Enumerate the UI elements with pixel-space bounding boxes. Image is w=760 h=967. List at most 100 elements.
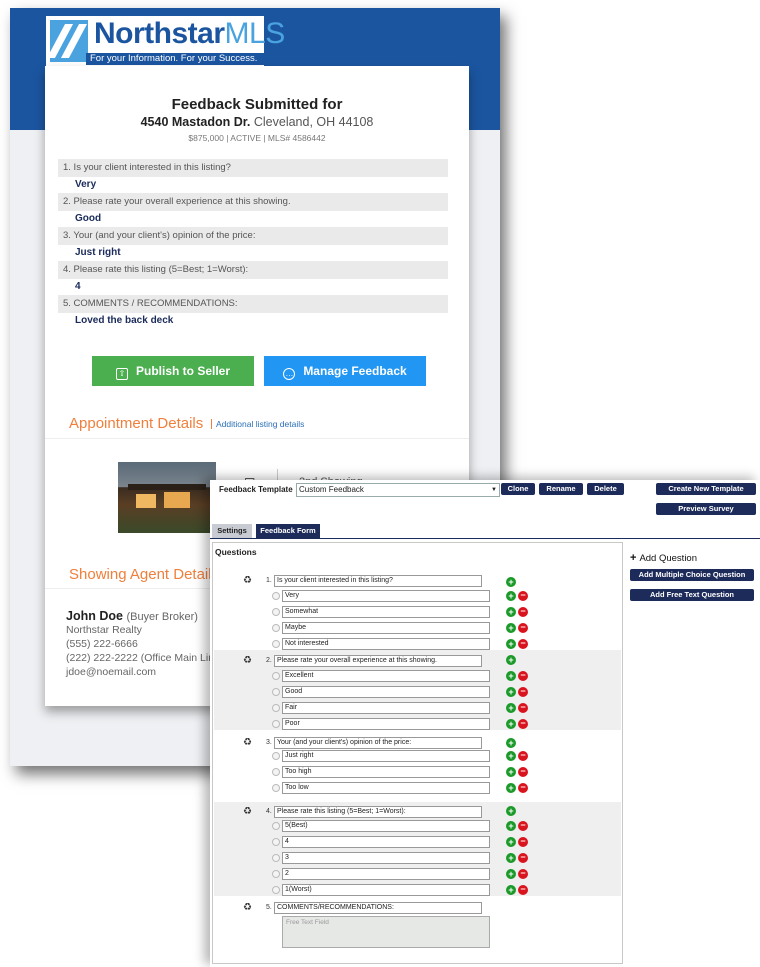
trash-icon[interactable]: ♻ — [243, 655, 253, 666]
option-input[interactable]: Maybe — [282, 622, 490, 634]
manage-feedback-button[interactable]: … Manage Feedback — [264, 356, 426, 386]
add-option-icon[interactable]: + — [506, 751, 516, 761]
remove-option-icon[interactable]: − — [518, 837, 528, 847]
free-text-field[interactable]: Free Text Field — [282, 916, 490, 948]
question-text-input[interactable]: Please rate your overall experience at t… — [274, 655, 482, 667]
rename-button[interactable]: Rename — [539, 483, 583, 495]
remove-option-icon[interactable]: − — [518, 623, 528, 633]
question-text-input[interactable]: Is your client interested in this listin… — [274, 575, 482, 587]
remove-option-icon[interactable]: − — [518, 607, 528, 617]
option-input[interactable]: Not interested — [282, 638, 490, 650]
remove-option-icon[interactable]: − — [518, 853, 528, 863]
radio-icon — [272, 870, 280, 878]
logo-mark-icon — [50, 20, 88, 62]
template-select[interactable]: Custom Feedback ▼ — [296, 483, 500, 497]
agent-office-phone: (222) 222-2222 (Office Main Line) — [66, 652, 224, 664]
create-new-template-button[interactable]: Create New Template — [656, 483, 756, 495]
option-input[interactable]: Excellent — [282, 670, 490, 682]
additional-listing-details-link[interactable]: Additional listing details — [211, 419, 304, 429]
option-input[interactable]: 5(Best) — [282, 820, 490, 832]
question-block: ♻ 5. COMMENTS/RECOMMENDATIONS: Free Text… — [214, 898, 621, 960]
qa-answer: Good — [75, 213, 102, 224]
listing-photo — [118, 462, 216, 533]
dropdown-arrow-icon: ▼ — [491, 487, 497, 493]
publish-to-seller-button[interactable]: ⇧ Publish to Seller — [92, 356, 254, 386]
remove-option-icon[interactable]: − — [518, 869, 528, 879]
question-text-input[interactable]: COMMENTS/RECOMMENDATIONS: — [274, 902, 482, 914]
trash-icon[interactable]: ♻ — [243, 902, 253, 913]
add-option-icon[interactable]: + — [506, 703, 516, 713]
option-input[interactable]: Too low — [282, 782, 490, 794]
add-option-icon[interactable]: + — [506, 687, 516, 697]
option-input[interactable]: Good — [282, 686, 490, 698]
add-option-icon[interactable]: + — [506, 607, 516, 617]
remove-option-icon[interactable]: − — [518, 885, 528, 895]
tab-settings[interactable]: Settings — [212, 524, 252, 538]
remove-option-icon[interactable]: − — [518, 671, 528, 681]
add-option-icon[interactable]: + — [506, 869, 516, 879]
add-option-icon[interactable]: + — [506, 821, 516, 831]
option-input[interactable]: 4 — [282, 836, 490, 848]
question-number: 4. — [266, 808, 272, 815]
question-text-input[interactable]: Please rate this listing (5=Best; 1=Wors… — [274, 806, 482, 818]
radio-icon — [272, 624, 280, 632]
add-option-icon[interactable]: + — [506, 806, 516, 816]
trash-icon[interactable]: ♻ — [243, 575, 253, 586]
logo-tagline: For your Information. For your Success. — [86, 53, 264, 65]
radio-icon — [272, 720, 280, 728]
preview-survey-button[interactable]: Preview Survey — [656, 503, 756, 515]
trash-icon[interactable]: ♻ — [243, 737, 253, 748]
add-option-icon[interactable]: + — [506, 639, 516, 649]
option-input[interactable]: Poor — [282, 718, 490, 730]
listing-address: 4540 Mastadon Dr. Cleveland, OH 44108 — [140, 115, 374, 129]
remove-option-icon[interactable]: − — [518, 767, 528, 777]
delete-button[interactable]: Delete — [587, 483, 624, 495]
qa-item: 1. Is your client interested in this lis… — [58, 159, 448, 193]
add-option-icon[interactable]: + — [506, 671, 516, 681]
qa-answer: 4 — [75, 281, 81, 292]
option-input[interactable]: 1(Worst) — [282, 884, 490, 896]
add-option-icon[interactable]: + — [506, 623, 516, 633]
remove-option-icon[interactable]: − — [518, 821, 528, 831]
add-option-icon[interactable]: + — [506, 738, 516, 748]
remove-option-icon[interactable]: − — [518, 687, 528, 697]
remove-option-icon[interactable]: − — [518, 591, 528, 601]
radio-icon — [272, 688, 280, 696]
add-option-icon[interactable]: + — [506, 767, 516, 777]
add-option-icon[interactable]: + — [506, 577, 516, 587]
qa-question: 3. Your (and your client's) opinion of t… — [58, 227, 448, 245]
listing-meta: $875,000 | ACTIVE | MLS# 4586442 — [188, 133, 326, 143]
add-free-text-question-button[interactable]: Add Free Text Question — [630, 589, 754, 601]
question-text-input[interactable]: Your (and your client's) opinion of the … — [274, 737, 482, 749]
radio-icon — [272, 704, 280, 712]
qa-question: 1. Is your client interested in this lis… — [58, 159, 448, 177]
clone-button[interactable]: Clone — [501, 483, 535, 495]
option-input[interactable]: 2 — [282, 868, 490, 880]
add-option-icon[interactable]: + — [506, 719, 516, 729]
qa-item: 3. Your (and your client's) opinion of t… — [58, 227, 448, 261]
radio-icon — [272, 752, 280, 760]
option-input[interactable]: 3 — [282, 852, 490, 864]
add-option-icon[interactable]: + — [506, 783, 516, 793]
agent-email[interactable]: jdoe@noemail.com — [66, 666, 156, 678]
remove-option-icon[interactable]: − — [518, 751, 528, 761]
add-option-icon[interactable]: + — [506, 655, 516, 665]
radio-icon — [272, 592, 280, 600]
question-block: ♻ 2. Please rate your overall experience… — [214, 650, 621, 730]
add-multiple-choice-question-button[interactable]: Add Multiple Choice Question — [630, 569, 754, 581]
option-input[interactable]: Somewhat — [282, 606, 490, 618]
add-option-icon[interactable]: + — [506, 853, 516, 863]
option-input[interactable]: Just right — [282, 750, 490, 762]
option-input[interactable]: Very — [282, 590, 490, 602]
add-option-icon[interactable]: + — [506, 837, 516, 847]
remove-option-icon[interactable]: − — [518, 703, 528, 713]
trash-icon[interactable]: ♻ — [243, 806, 253, 817]
add-option-icon[interactable]: + — [506, 591, 516, 601]
remove-option-icon[interactable]: − — [518, 719, 528, 729]
add-option-icon[interactable]: + — [506, 885, 516, 895]
option-input[interactable]: Fair — [282, 702, 490, 714]
option-input[interactable]: Too high — [282, 766, 490, 778]
remove-option-icon[interactable]: − — [518, 639, 528, 649]
tab-feedback-form[interactable]: Feedback Form — [256, 524, 320, 538]
remove-option-icon[interactable]: − — [518, 783, 528, 793]
